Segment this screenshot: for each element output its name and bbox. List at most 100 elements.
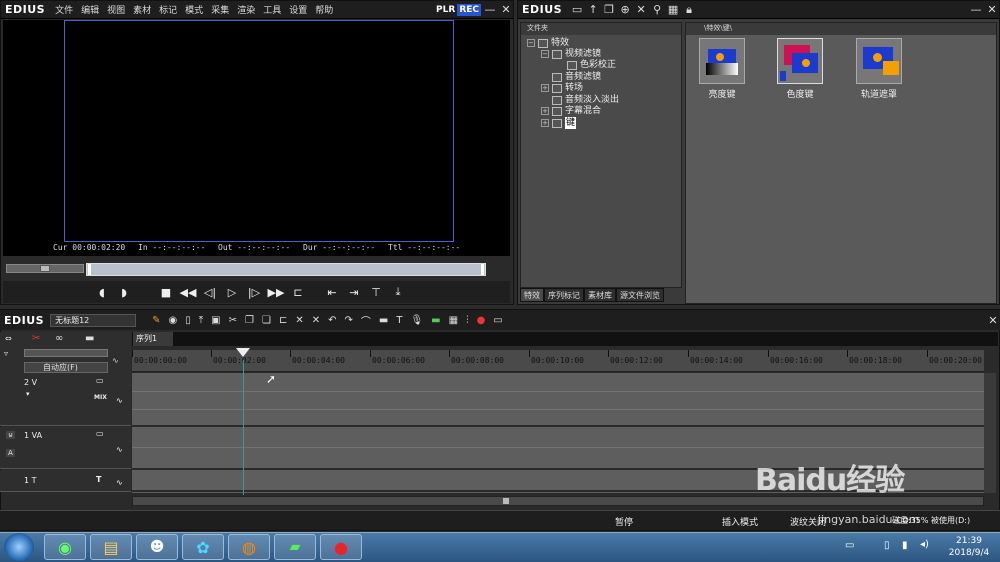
mode-icon[interactable]: ✎ [148, 315, 164, 326]
delete-icon[interactable]: ✕ [634, 3, 648, 17]
tree-item-keyers[interactable]: + 键 [541, 117, 577, 129]
step-back-icon[interactable]: ◁| [199, 286, 221, 299]
set-out-icon[interactable]: ◗ [113, 286, 135, 299]
taskbar-app-media[interactable]: ✿ [182, 534, 224, 560]
menu-capture[interactable]: 采集 [207, 3, 233, 16]
stop-icon[interactable]: ■ [155, 286, 177, 299]
up-folder-icon[interactable]: ↑ [586, 3, 600, 17]
expand-icon[interactable]: + [541, 107, 549, 115]
audio-channel-icon[interactable]: A [6, 449, 15, 457]
save-icon[interactable]: ▣ [207, 315, 224, 326]
tray-battery-icon[interactable]: ▮ [902, 540, 908, 551]
overwrite-to-timeline-icon[interactable]: ⇥ [343, 286, 365, 299]
mode-select[interactable]: 自动应(F) [24, 362, 108, 373]
sync-icon[interactable]: ▬ [375, 315, 392, 326]
video-mute-icon[interactable]: ▭ [96, 376, 104, 385]
link-icon[interactable]: ⚲ [650, 3, 664, 17]
close-icon[interactable]: ✕ [499, 3, 513, 17]
menu-clip[interactable]: 素材 [129, 3, 155, 16]
ripple-icon[interactable]: ✂ [32, 333, 40, 344]
tab-bin[interactable]: 素材库 [584, 288, 616, 302]
redo-icon[interactable]: ↷ [341, 315, 357, 326]
tray-keyboard-icon[interactable]: ▭ [845, 540, 854, 551]
capture-icon[interactable]: ◉ [164, 315, 181, 326]
title-icon[interactable]: T [392, 315, 406, 326]
trim-icon[interactable]: ⊤ [365, 286, 387, 299]
delete-icon[interactable]: ✕ [291, 315, 307, 326]
grid-icon[interactable]: ▦ [445, 315, 462, 326]
track-header-1t[interactable]: 1 T T ∿ [0, 470, 131, 492]
status-insert-mode[interactable]: 插入模式 [722, 515, 758, 528]
ripple-delete-icon[interactable]: ✕ [308, 315, 324, 326]
expand-icon[interactable]: + [541, 119, 549, 127]
tab-sequence-markers[interactable]: 序列标记 [544, 288, 584, 302]
tree-item-color-correction[interactable]: 色彩校正 [567, 59, 616, 71]
taskbar-app-qq[interactable]: ☻ [136, 534, 178, 560]
position-bar[interactable] [86, 263, 486, 276]
layout-icon[interactable]: ▭ [489, 315, 506, 326]
menu-render[interactable]: 渲染 [233, 3, 259, 16]
expand-icon[interactable]: + [541, 84, 549, 92]
menu-mode[interactable]: 模式 [181, 3, 207, 16]
new-icon[interactable]: ▯ [181, 315, 195, 326]
menu-view[interactable]: 视图 [103, 3, 129, 16]
overwrite-mode-icon[interactable]: ▬ [85, 333, 94, 344]
expand-track-icon[interactable]: ▾ [26, 390, 30, 398]
project-name-field[interactable]: 无标题12 [50, 313, 137, 327]
collapse-all-icon[interactable]: ▿ [4, 349, 8, 358]
step-forward-icon[interactable]: |▷ [243, 286, 265, 299]
lock-icon[interactable]: 🔒︎ [682, 3, 696, 17]
copy-icon[interactable]: ❐ [241, 315, 258, 326]
plr-badge[interactable]: PLR [434, 4, 457, 16]
insert-to-timeline-icon[interactable]: ⇤ [321, 286, 343, 299]
effect-track-matte[interactable]: 轨道遮罩 [849, 38, 909, 100]
open-icon[interactable]: ⤒ [195, 315, 207, 326]
record-icon[interactable]: ● [473, 315, 490, 326]
folder-icon[interactable]: ▭ [570, 3, 584, 17]
tab-source-browser[interactable]: 源文件浏览 [616, 288, 664, 302]
menu-help[interactable]: 帮助 [311, 3, 337, 16]
loop-icon[interactable]: ⊏ [287, 286, 309, 299]
time-ruler[interactable]: 00:00:00:00 00:00:02:00 00:00:04:00 00:0… [132, 350, 984, 372]
paste-icon[interactable]: ❏ [258, 315, 275, 326]
menu-settings[interactable]: 设置 [285, 3, 311, 16]
vertical-scrollbar[interactable] [984, 373, 996, 493]
view-icon[interactable]: ▦ [666, 3, 680, 17]
video-mute-icon[interactable]: ▭ [96, 429, 104, 438]
sync-lock-icon[interactable]: ∞ [55, 333, 63, 344]
menu-marker[interactable]: 标记 [155, 3, 181, 16]
taskbar-app-firefox[interactable]: ◍ [228, 534, 270, 560]
fast-forward-icon[interactable]: ▶▶ [265, 286, 287, 299]
minimize-icon[interactable]: — [969, 3, 983, 17]
timeline-cursor[interactable] [243, 360, 244, 495]
taskbar-app-explorer[interactable]: ▤ [90, 534, 132, 560]
tab-effects[interactable]: 特效 [520, 288, 544, 302]
rewind-icon[interactable]: ◀◀ [177, 286, 199, 299]
undo-icon[interactable]: ↶ [324, 315, 340, 326]
tree-item-transitions[interactable]: + 转场 [541, 82, 583, 94]
render-icon[interactable]: ▬ [427, 315, 444, 326]
taskbar-clock[interactable]: 21:39 2018/9/4 [940, 535, 998, 559]
mix-label[interactable]: MIX [94, 394, 107, 401]
scroll-thumb[interactable] [503, 498, 509, 504]
set-in-icon[interactable]: ◖ [91, 286, 113, 299]
shuttle-handle[interactable] [40, 265, 50, 272]
track-height-slider[interactable] [24, 349, 108, 357]
mixer-icon[interactable]: ⫶ [462, 315, 473, 326]
effect-luma-key[interactable]: 亮度键 [692, 38, 752, 100]
sequence-tab[interactable]: 序列1 [133, 332, 173, 346]
taskbar-app-recorder[interactable]: ● [320, 534, 362, 560]
close-icon[interactable]: ✕ [985, 3, 999, 17]
replace-icon[interactable]: ⊏ [275, 315, 291, 326]
add-icon[interactable]: ⊕ [618, 3, 632, 17]
menu-edit[interactable]: 编辑 [77, 3, 103, 16]
taskbar-app-edius[interactable]: ▰ [274, 534, 316, 560]
track-header-1va[interactable]: 1 VA ▭ ⊍ A ∿ [0, 427, 131, 469]
track-panel-toggle-icon[interactable]: ⇔ [5, 334, 23, 346]
tray-volume-icon[interactable]: ◂) [920, 539, 929, 550]
start-button[interactable] [4, 533, 34, 561]
collapse-icon[interactable]: − [541, 50, 549, 58]
taskbar-app-360[interactable]: ◉ [44, 534, 86, 560]
play-icon[interactable]: ▷ [221, 286, 243, 299]
copy-icon[interactable]: ❐ [602, 3, 616, 17]
